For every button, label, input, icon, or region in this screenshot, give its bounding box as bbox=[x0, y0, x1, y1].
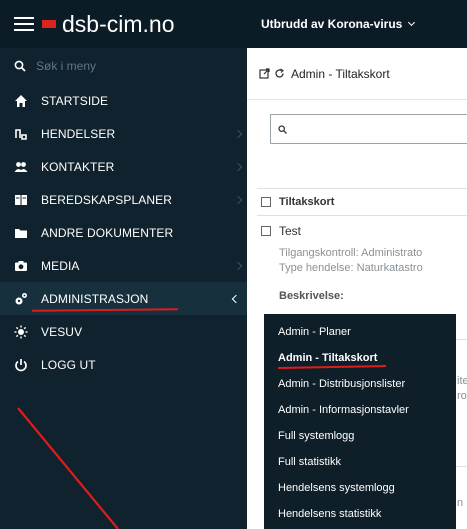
sidebar-item-beredskapsplaner[interactable]: BEREDSKAPSPLANER bbox=[0, 183, 247, 216]
row-meta-type: Type hendelse: Naturkatastro bbox=[279, 262, 423, 274]
chevron-left-icon bbox=[231, 294, 241, 303]
camera-icon bbox=[15, 260, 27, 271]
page-title: Admin - Tiltakskort bbox=[291, 66, 390, 81]
column-header-tiltakskort: Tiltakskort bbox=[279, 196, 335, 208]
table-row[interactable]: Test Tilgangskontroll: Administrato Type… bbox=[261, 224, 467, 302]
table-header: Tiltakskort bbox=[257, 188, 467, 216]
sidebar-item-label: STARTSIDE bbox=[41, 93, 109, 108]
submenu-item-admin-tiltakskort[interactable]: Admin - Tiltakskort bbox=[264, 345, 456, 371]
row-text-fragment: ite bbox=[457, 375, 467, 387]
sidebar-item-label: ADMINISTRASJON bbox=[41, 291, 149, 306]
sidebar-item-label: HENDELSER bbox=[41, 126, 116, 141]
annotation-underline bbox=[277, 365, 387, 369]
administrasjon-submenu: Admin - Planer Admin - Tiltakskort Admin… bbox=[264, 314, 456, 529]
sidebar-item-label: MEDIA bbox=[41, 258, 80, 273]
sidebar: dsb-cim.no Søk i meny STARTSIDE HENDELSE… bbox=[0, 0, 247, 529]
brand-name[interactable]: dsb-cim.no bbox=[62, 11, 174, 38]
menu-search[interactable]: Søk i meny bbox=[0, 48, 247, 84]
cogs-icon bbox=[15, 292, 27, 304]
page-header: Admin - Tiltakskort bbox=[247, 48, 467, 100]
contacts-icon bbox=[14, 161, 28, 172]
sidebar-item-label: BEREDSKAPSPLANER bbox=[41, 192, 172, 207]
submenu-item-label: Admin - Tiltakskort bbox=[278, 352, 378, 364]
row-text-fragment: ro bbox=[457, 390, 467, 402]
chevron-right-icon bbox=[233, 261, 243, 270]
sidebar-item-andre-dokumenter[interactable]: ANDRE DOKUMENTER bbox=[0, 216, 247, 249]
submenu-item-admin-planer[interactable]: Admin - Planer bbox=[264, 319, 456, 345]
hendelser-icon bbox=[15, 128, 27, 140]
annotation-underline bbox=[31, 308, 179, 312]
row-meta-access: Tilgangskontroll: Administrato bbox=[279, 247, 423, 259]
row-text-fragment: n bbox=[457, 497, 464, 509]
chevron-right-icon bbox=[233, 195, 243, 204]
submenu-item-hendelsens-systemlogg[interactable]: Hendelsens systemlogg bbox=[264, 475, 456, 501]
submenu-item-admin-distribusjonslister[interactable]: Admin - Distribusjonslister bbox=[264, 371, 456, 397]
home-icon bbox=[15, 94, 27, 107]
sidebar-item-vesuv[interactable]: VESUV bbox=[0, 315, 247, 348]
row-checkbox[interactable] bbox=[261, 226, 271, 236]
submenu-item-admin-informasjonstavler[interactable]: Admin - Informasjonstavler bbox=[264, 397, 456, 423]
sidebar-item-kontakter[interactable]: KONTAKTER bbox=[0, 150, 247, 183]
chevron-right-icon bbox=[233, 129, 243, 138]
search-icon bbox=[278, 124, 287, 134]
sidebar-item-media[interactable]: MEDIA bbox=[0, 249, 247, 282]
power-icon bbox=[15, 358, 27, 371]
submenu-item-hendelsens-statistikk[interactable]: Hendelsens statistikk bbox=[264, 501, 456, 527]
sidebar-item-startside[interactable]: STARTSIDE bbox=[0, 84, 247, 117]
sidebar-item-hendelser[interactable]: HENDELSER bbox=[0, 117, 247, 150]
select-all-checkbox[interactable] bbox=[261, 197, 271, 207]
brand-logo-mark bbox=[42, 20, 56, 28]
open-external-icon[interactable] bbox=[259, 68, 270, 79]
hamburger-menu-icon[interactable] bbox=[14, 17, 34, 31]
book-icon bbox=[15, 194, 27, 205]
event-title: Utbrudd av Korona-virus bbox=[261, 17, 403, 31]
sidebar-item-label: LOGG UT bbox=[41, 357, 96, 372]
menu-search-placeholder: Søk i meny bbox=[36, 59, 97, 73]
brand-bar: dsb-cim.no bbox=[0, 0, 247, 48]
folder-icon bbox=[15, 228, 27, 238]
sidebar-item-label: KONTAKTER bbox=[41, 159, 115, 174]
search-icon bbox=[14, 60, 26, 72]
sun-icon bbox=[14, 325, 28, 338]
sidebar-item-administrasjon[interactable]: ADMINISTRASJON bbox=[0, 282, 247, 315]
event-selector[interactable]: Utbrudd av Korona-virus bbox=[247, 0, 467, 48]
submenu-item-full-statistikk[interactable]: Full statistikk bbox=[264, 449, 456, 475]
chevron-down-icon bbox=[408, 18, 416, 27]
row-meta: Tilgangskontroll: Administrato Type hend… bbox=[279, 246, 467, 276]
chevron-right-icon bbox=[233, 162, 243, 171]
refresh-icon[interactable] bbox=[274, 68, 285, 79]
sidebar-item-logg-ut[interactable]: LOGG UT bbox=[0, 348, 247, 381]
sidebar-item-label: VESUV bbox=[41, 324, 83, 339]
row-description-label: Beskrivelse: bbox=[279, 290, 344, 302]
row-title: Test bbox=[279, 224, 302, 238]
submenu-item-full-systemlogg[interactable]: Full systemlogg bbox=[264, 423, 456, 449]
search-input[interactable] bbox=[270, 114, 467, 144]
sidebar-item-label: ANDRE DOKUMENTER bbox=[41, 225, 174, 240]
